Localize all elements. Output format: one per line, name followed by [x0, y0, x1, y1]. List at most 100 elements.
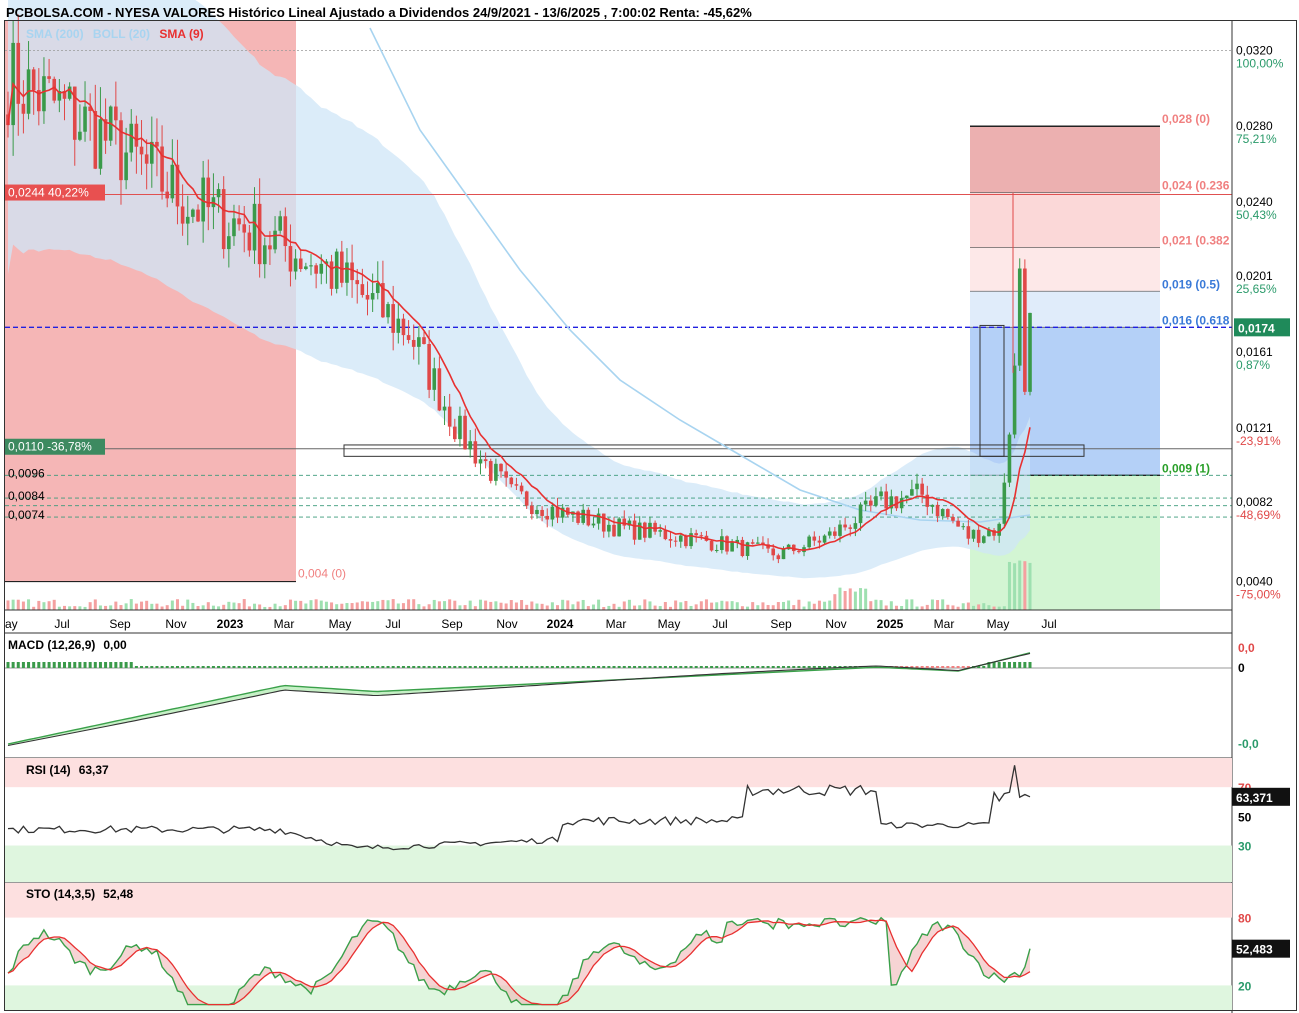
volume-bar [663, 601, 667, 610]
chart-canvas[interactable]: 0,028 (0) 0,024 (0.236 0,021 (0.382 0,019 (… [0, 0, 1299, 1013]
volume-bar [489, 601, 493, 610]
candle-body [581, 509, 585, 523]
macd-histogram-bar [514, 666, 518, 668]
volume-bar [304, 603, 308, 610]
x-tick-label: Jul [712, 617, 727, 631]
candle-body [519, 485, 524, 492]
candle-body [319, 263, 324, 274]
volume-bar [47, 601, 51, 610]
fib-zone-2 [970, 247, 1160, 292]
pct-tick-label: 25,65% [1236, 282, 1277, 296]
volume-bar [633, 605, 637, 610]
candle-body [242, 224, 247, 233]
macd-histogram-bar [309, 666, 313, 668]
macd-histogram-bar [925, 666, 929, 668]
volume-bar [869, 601, 873, 610]
candle-body [129, 123, 134, 153]
y-tick-label: 0,0082 [1236, 495, 1273, 509]
volume-bar [535, 603, 539, 610]
macd-histogram-bar [412, 666, 416, 668]
macd-histogram-bar [175, 666, 179, 668]
macd-histogram-bar [73, 662, 77, 668]
volume-bar [653, 605, 657, 610]
candle-body [663, 530, 668, 540]
macd-histogram-bar [62, 662, 66, 668]
volume-bar [591, 604, 595, 610]
candle-body [797, 551, 801, 553]
volume-bar [725, 601, 729, 610]
volume-bar [360, 601, 364, 610]
candle-body [725, 536, 729, 552]
macd-histogram-bar [407, 666, 411, 668]
x-tick-label: Jul [54, 617, 69, 631]
candle-body [262, 245, 267, 265]
y-tick-label: 0,0121 [1236, 421, 1273, 435]
candle-body [473, 441, 478, 464]
macd-histogram-bar [571, 666, 575, 668]
fib-zone-0 [970, 126, 1160, 193]
fib-label-5: 0,009 (1) [1162, 461, 1210, 475]
left-price-tag: 0,0110 -36,78% [8, 440, 92, 454]
volume-bar [679, 602, 683, 610]
volume-bar [966, 602, 970, 610]
macd-histogram-bar [119, 662, 123, 668]
volume-bar [247, 606, 251, 610]
x-tick-label: 2023 [217, 617, 244, 631]
macd-histogram-bar [386, 666, 390, 668]
volume-bar [324, 601, 328, 610]
candle-body [643, 522, 647, 538]
candle-body [21, 103, 26, 114]
macd-histogram-bar [674, 666, 678, 668]
volume-bar [345, 603, 349, 610]
volume-bar [556, 605, 560, 610]
volume-bar [941, 599, 945, 610]
volume-bar [509, 600, 513, 610]
macd-histogram-bar [145, 666, 149, 668]
macd-histogram-bar [263, 666, 267, 668]
sto-tick-80: 80 [1238, 912, 1252, 926]
macd-histogram-bar [88, 662, 92, 668]
x-tick-label: Mar [274, 617, 295, 631]
macd-histogram-bar [751, 666, 755, 668]
candle-body [170, 164, 175, 199]
candle-body [468, 441, 473, 450]
candle-body [781, 549, 786, 560]
candle-body [257, 203, 262, 265]
candle-body [622, 518, 627, 526]
candle-body [874, 496, 878, 506]
candle-body [740, 539, 745, 557]
volume-bar [864, 588, 868, 610]
candle-body [447, 406, 452, 427]
sto-current: 52,48 [103, 887, 134, 901]
macd-histogram-bar [432, 666, 436, 668]
volume-bar [458, 605, 462, 610]
volume-bar [576, 601, 580, 610]
candle-body [453, 426, 457, 440]
volume-bar [720, 600, 724, 610]
macd-histogram-bar [946, 666, 950, 668]
macd-histogram-bar [499, 666, 503, 668]
candle-body [42, 76, 46, 112]
macd-histogram-bar [807, 666, 811, 668]
macd-histogram-bar [427, 666, 431, 668]
candle-body [114, 106, 118, 121]
candle-body [879, 491, 883, 497]
macd-histogram-bar [658, 666, 662, 668]
volume-bar [355, 602, 359, 610]
sto-current-tag: 52,483 [1236, 943, 1273, 957]
volume-bar [982, 603, 986, 610]
volume-bar [6, 600, 10, 610]
candle-body [124, 152, 128, 181]
macd-histogram-bar [612, 666, 616, 668]
candle-body [252, 203, 257, 251]
macd-histogram-bar [453, 666, 457, 668]
volume-bar [879, 600, 883, 610]
volume-bar [283, 605, 287, 610]
candle-body [488, 461, 493, 481]
candle-body [47, 76, 51, 79]
candle-body [601, 513, 606, 532]
macd-histogram-bar [68, 662, 72, 668]
candle-body [1017, 268, 1022, 366]
candle-body [596, 513, 601, 524]
volume-bar [746, 606, 750, 610]
